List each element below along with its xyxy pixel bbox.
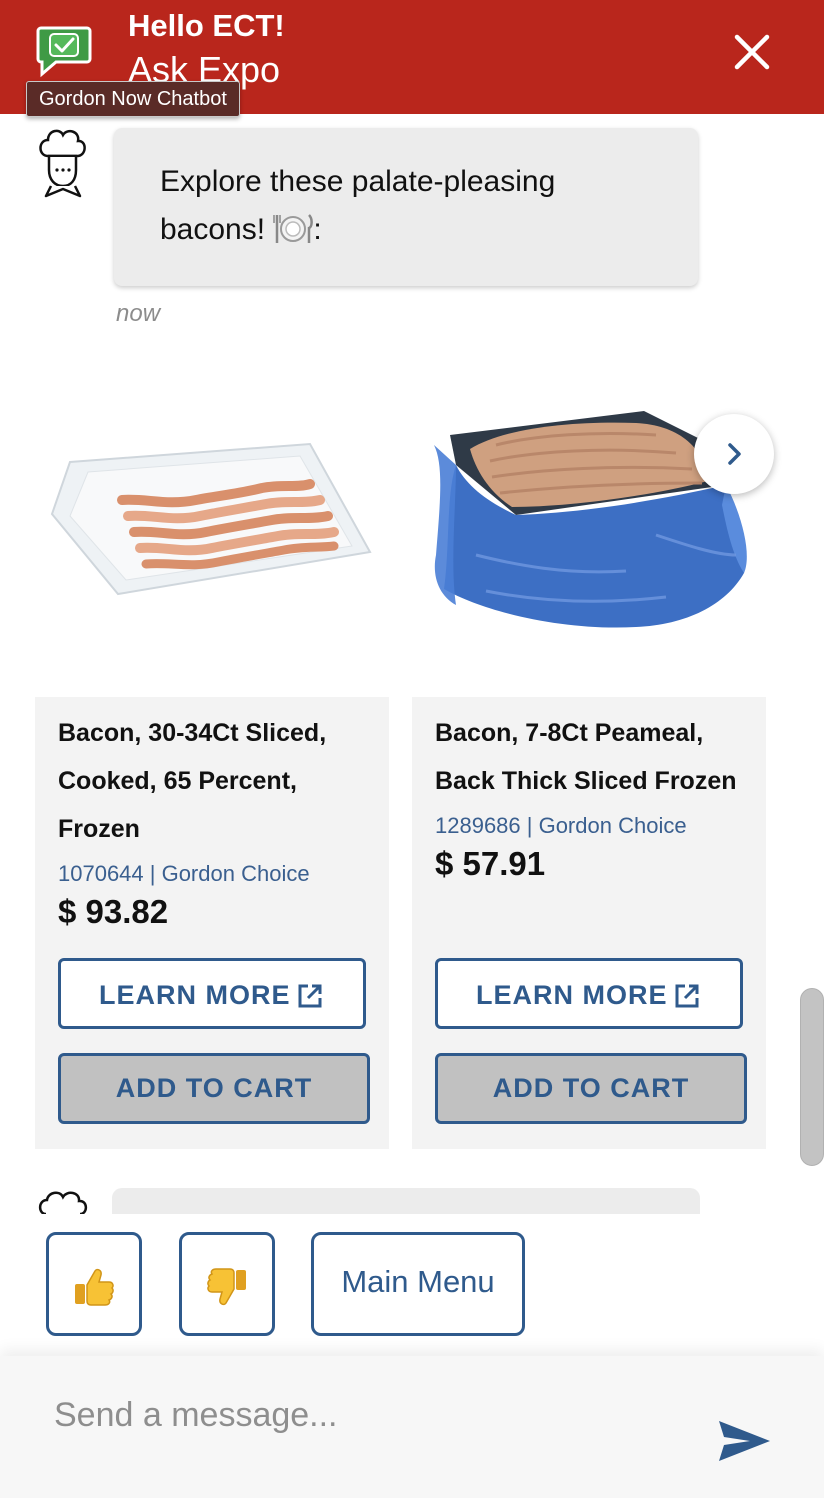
product-price: $ 93.82: [58, 893, 169, 930]
chatbot-tooltip: Gordon Now Chatbot: [26, 81, 240, 117]
chef-icon: [39, 129, 86, 198]
thumbs-up-icon: [75, 1268, 114, 1306]
product-image-sliced-bacon[interactable]: [48, 436, 374, 600]
product-price: $ 57.91: [435, 845, 546, 882]
product-card: Bacon, 30-34Ct Sliced, Cooked, 65 Percen…: [35, 697, 389, 1149]
add-to-cart-button[interactable]: ADD TO CART: [58, 1053, 370, 1124]
learn-more-label: LEARN MORE: [99, 980, 291, 1010]
close-icon[interactable]: [728, 28, 776, 76]
add-to-cart-button[interactable]: ADD TO CART: [435, 1053, 747, 1124]
main-menu-button[interactable]: Main Menu: [311, 1232, 525, 1336]
bot-message-bubble: [112, 1188, 700, 1214]
chat-bubble-check-icon: [36, 26, 92, 78]
chevron-right-icon: [728, 443, 741, 465]
thumbs-down-icon: [207, 1268, 246, 1306]
message-input[interactable]: [54, 1390, 674, 1440]
product-name[interactable]: Bacon, 30-34Ct Sliced, Cooked, 65 Percen…: [58, 709, 378, 853]
message-timestamp: now: [116, 300, 161, 327]
external-link-icon: [675, 984, 699, 1008]
product-sku-brand: 1289686 | Gordon Choice: [435, 813, 687, 838]
scrollbar-thumb[interactable]: [800, 988, 824, 1166]
header-title: Hello ECT!: [128, 8, 285, 43]
product-card: Bacon, 7-8Ct Peameal, Back Thick Sliced …: [412, 697, 766, 1149]
plate-cutlery-icon: [273, 214, 314, 243]
chef-icon: [38, 1191, 88, 1214]
main-menu-label: Main Menu: [341, 1264, 495, 1299]
send-icon[interactable]: [716, 1418, 772, 1464]
thumbs-down-button[interactable]: [179, 1232, 275, 1336]
product-name[interactable]: Bacon, 7-8Ct Peameal, Back Thick Sliced …: [435, 709, 755, 805]
message-composer: [0, 1356, 824, 1498]
product-sku-brand: 1070644 | Gordon Choice: [58, 861, 310, 886]
learn-more-button[interactable]: LEARN MORE: [435, 958, 743, 1029]
learn-more-button[interactable]: LEARN MORE: [58, 958, 366, 1029]
bot-message-text: Explore these palate-pleasing bacons! :: [160, 165, 556, 246]
bot-message-bubble: Explore these palate-pleasing bacons! :: [114, 128, 698, 286]
carousel-next-button[interactable]: [694, 414, 774, 494]
thumbs-up-button[interactable]: [46, 1232, 142, 1336]
external-link-icon: [298, 984, 322, 1008]
learn-more-label: LEARN MORE: [476, 980, 668, 1010]
